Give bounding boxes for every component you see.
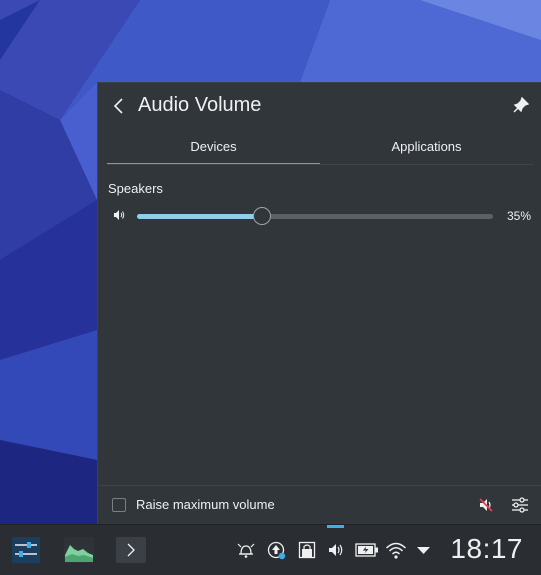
popup-header: Audio Volume [98,83,541,129]
audio-volume-popup: Audio Volume Devices Applications Speake… [97,82,541,524]
tab-applications[interactable]: Applications [320,135,533,165]
updates-icon[interactable] [267,541,286,560]
terminal-icon[interactable] [116,537,146,563]
device-name: Speakers [108,181,163,196]
slider-fill [137,214,262,219]
volume-percent: 35% [506,209,531,223]
expand-tray-icon[interactable] [417,545,430,555]
popup-title: Audio Volume [138,94,262,116]
tab-devices[interactable]: Devices [107,135,320,165]
vault-icon[interactable] [298,541,316,559]
tab-bar: Devices Applications [107,135,533,165]
tab-applications-label: Applications [391,139,462,154]
raise-max-volume-checkbox[interactable] [112,498,126,512]
mute-icon[interactable] [477,496,495,514]
footer-divider [98,485,541,486]
wifi-icon[interactable] [385,540,407,560]
volume-slider[interactable] [137,207,493,225]
raise-max-volume-label: Raise maximum volume [136,497,275,512]
clock[interactable]: 18:17 [450,533,523,565]
system-monitor-icon[interactable] [64,537,94,563]
battery-icon[interactable] [355,542,379,558]
tab-divider [107,164,533,165]
volume-icon[interactable] [327,541,345,559]
slider-handle[interactable] [253,207,271,225]
speaker-icon[interactable] [112,208,126,222]
tab-devices-label: Devices [190,139,237,154]
pin-icon[interactable] [513,97,529,113]
back-arrow-icon[interactable] [112,97,126,115]
system-settings-icon[interactable] [12,537,40,563]
taskbar: 18:17 [0,524,541,575]
active-tray-indicator [327,525,344,528]
configure-icon[interactable] [511,496,529,514]
alarm-icon[interactable] [236,541,256,559]
